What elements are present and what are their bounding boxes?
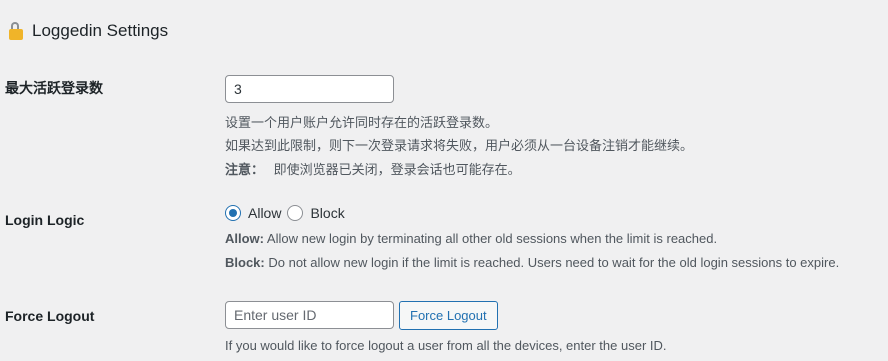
force-logout-label: Force Logout [5, 308, 95, 324]
max-logins-label: 最大活跃登录数 [5, 80, 103, 96]
lock-icon [8, 22, 24, 40]
block-desc-label: Block: [225, 255, 265, 270]
block-desc-text: Do not allow new login if the limit is r… [268, 255, 840, 270]
force-logout-button[interactable]: Force Logout [399, 301, 498, 330]
max-logins-desc-2: 如果达到此限制，则下一次登录请求将失败，用户必须从一台设备注销才能继续。 [225, 138, 694, 153]
allow-desc-label: Allow: [225, 231, 264, 246]
block-desc: Block: Do not allow new login if the lim… [225, 255, 839, 270]
force-logout-desc: If you would like to force logout a user… [225, 338, 667, 353]
note-text: 即使浏览器已关闭，登录会话也可能存在。 [273, 162, 521, 177]
allow-radio-label[interactable]: Allow [248, 205, 281, 221]
user-id-input[interactable] [225, 301, 394, 329]
block-radio-label[interactable]: Block [310, 205, 344, 221]
login-logic-label: Login Logic [5, 212, 85, 228]
login-logic-radio-group: Allow Block [225, 205, 351, 221]
block-radio[interactable] [287, 205, 304, 221]
page-header: Loggedin Settings [8, 20, 168, 42]
page-title: Loggedin Settings [32, 21, 169, 40]
allow-desc-text: Allow new login by terminating all other… [266, 231, 718, 246]
allow-radio[interactable] [225, 205, 241, 221]
max-logins-note: 注意： 即使浏览器已关闭，登录会话也可能存在。 [225, 159, 521, 178]
max-logins-desc-1: 设置一个用户账户允许同时存在的活跃登录数。 [225, 115, 499, 130]
allow-desc: Allow: Allow new login by terminating al… [225, 231, 717, 246]
max-logins-input[interactable] [225, 75, 394, 103]
note-label: 注意： [225, 162, 265, 177]
